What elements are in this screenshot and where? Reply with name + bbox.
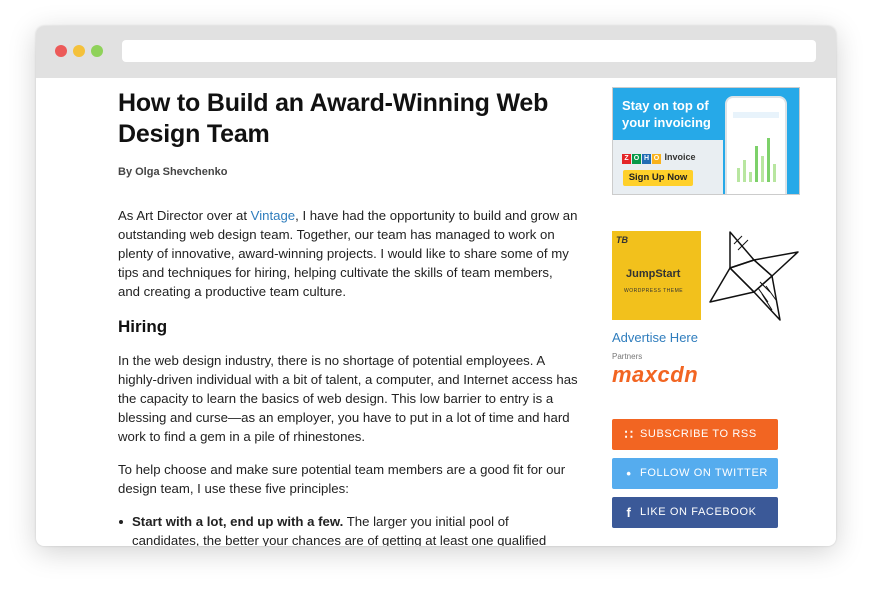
jumpstart-ad[interactable]: TB JumpStart WORDPRESS THEME (612, 231, 701, 320)
facebook-icon: f (626, 505, 632, 520)
article: How to Build an Award-Winning Web Design… (118, 88, 578, 546)
advertise-here-link[interactable]: Advertise Here (612, 330, 698, 345)
list-item-bold: Start with a lot, end up with a few. (132, 514, 344, 529)
vintage-link[interactable]: Vintage (251, 208, 296, 223)
principles-paragraph: To help choose and make sure potential t… (118, 462, 566, 496)
zoho-letter: H (642, 154, 651, 164)
browser-window: How to Build an Award-Winning Web Design… (36, 26, 836, 546)
ad-headline: Stay on top of your invoicing (622, 98, 711, 130)
page-content: How to Build an Award-Winning Web Design… (36, 78, 836, 546)
rss-button-label: SUBSCRIBE TO RSS (640, 428, 757, 440)
hiring-paragraph: In the web design industry, there is no … (118, 353, 578, 444)
article-title: How to Build an Award-Winning Web Design… (118, 89, 549, 148)
intro-text-start: As Art Director over at (118, 208, 251, 223)
zoho-brand: ZOHO Invoice (622, 152, 696, 164)
zoho-logo: ZOHO (622, 152, 662, 164)
shuriken-logo-icon[interactable] (708, 230, 800, 322)
zoho-letter: O (652, 154, 661, 164)
ad-lower-panel (613, 140, 723, 194)
twitter-bird-icon: • (626, 466, 632, 481)
principles-list: Start with a lot, end up with a few. The… (118, 512, 578, 546)
like-facebook-button[interactable]: f LIKE ON FACEBOOK (612, 497, 778, 528)
zoho-invoice-ad[interactable]: Stay on top of your invoicing ZOHO Invoi… (612, 87, 800, 195)
phone-chart-icon (731, 110, 781, 190)
tb-badge: TB (616, 235, 628, 245)
close-window-button[interactable] (55, 45, 67, 57)
hiring-heading: Hiring (118, 317, 168, 336)
address-bar[interactable] (122, 40, 816, 62)
zoho-letter: O (632, 154, 641, 164)
intro-paragraph: As Art Director over at Vintage, I have … (118, 206, 578, 301)
sign-up-button[interactable]: Sign Up Now (623, 170, 693, 186)
list-item: Start with a lot, end up with a few. The… (119, 512, 578, 546)
jumpstart-subtitle: WORDPRESS THEME (624, 288, 684, 294)
phone-illustration (725, 96, 787, 194)
maxcdn-logo[interactable]: maxcdn (612, 362, 698, 388)
jumpstart-name: JumpStart (626, 268, 681, 280)
browser-titlebar (36, 26, 836, 78)
minimize-window-button[interactable] (73, 45, 85, 57)
zoho-brand-label: Invoice (664, 152, 696, 162)
follow-twitter-button[interactable]: • FOLLOW ON TWITTER (612, 458, 778, 489)
facebook-button-label: LIKE ON FACEBOOK (640, 506, 757, 518)
article-byline: By Olga Shevchenko (118, 166, 228, 178)
subscribe-rss-button[interactable]: ∷ SUBSCRIBE TO RSS (612, 419, 778, 450)
rss-icon: ∷ (624, 427, 634, 442)
twitter-button-label: FOLLOW ON TWITTER (640, 467, 768, 479)
partners-label: Partners (612, 352, 643, 361)
maximize-window-button[interactable] (91, 45, 103, 57)
zoho-letter: Z (622, 154, 631, 164)
